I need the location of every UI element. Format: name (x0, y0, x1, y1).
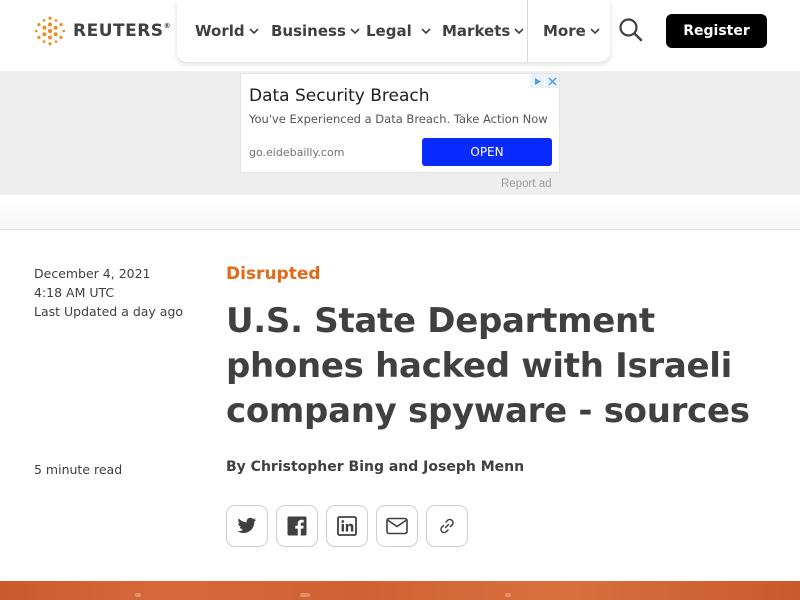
chevron-down-icon (249, 28, 259, 34)
image-detail (135, 593, 141, 597)
reuters-logo-icon (34, 16, 66, 46)
nav-item-label: World (195, 22, 245, 40)
section-link[interactable]: Disrupted (226, 264, 321, 284)
share-facebook-button[interactable] (276, 505, 318, 547)
share-email-button[interactable] (376, 505, 418, 547)
article-date: December 4, 2021 (34, 266, 151, 281)
chevron-down-icon (514, 28, 524, 34)
nav-divider (527, 0, 528, 62)
chevron-down-icon (590, 28, 600, 34)
article-time: 4:18 AM UTC (34, 285, 115, 300)
reuters-wordmark: REUTERS® (73, 21, 172, 41)
nav-item-business[interactable]: Business (271, 0, 360, 62)
link-icon (440, 518, 454, 534)
nav-item-more[interactable]: More (543, 0, 600, 62)
share-linkedin-button[interactable] (326, 505, 368, 547)
nav-item-world[interactable]: World (195, 0, 259, 62)
ad-description: You've Experienced a Data Breach. Take A… (249, 112, 548, 126)
nav-item-label: Markets (442, 22, 511, 40)
ad-close-icon[interactable] (545, 74, 559, 88)
chevron-down-icon (421, 28, 431, 34)
nav-item-markets[interactable]: Markets (442, 0, 524, 62)
main-nav: World Business Legal Markets More (177, 0, 610, 62)
byline: By Christopher Bing and Joseph Menn (226, 459, 524, 475)
nav-item-label: Business (271, 22, 346, 40)
byline-prefix: By (226, 459, 246, 475)
report-ad-link[interactable]: Report ad (501, 178, 552, 190)
email-icon (386, 517, 408, 535)
article-headline: U.S. State Department phones hacked with… (226, 301, 750, 431)
image-detail (505, 593, 511, 597)
register-button[interactable]: Register (666, 14, 767, 48)
author-link[interactable]: Joseph Menn (423, 459, 524, 475)
twitter-icon (237, 517, 257, 533)
copy-link-button[interactable] (426, 505, 468, 547)
author-link[interactable]: Christopher Bing (251, 459, 384, 475)
linkedin-icon (337, 516, 357, 536)
chevron-down-icon (350, 28, 360, 34)
search-icon (619, 18, 643, 42)
image-detail (300, 593, 310, 597)
facebook-icon (287, 516, 307, 536)
reuters-logo[interactable]: REUTERS® (33, 15, 171, 47)
share-twitter-button[interactable] (226, 505, 268, 547)
nav-item-label: More (543, 22, 586, 40)
nav-item-label: Legal (366, 22, 412, 40)
ad-choices-icon[interactable] (530, 74, 544, 88)
ad-band: Data Security Breach You've Experienced … (0, 71, 800, 195)
site-header: REUTERS® World Business Legal Markets Mo… (0, 0, 800, 71)
section-divider (0, 195, 800, 230)
ad-unit[interactable]: Data Security Breach You've Experienced … (240, 73, 560, 173)
article-hero-image (0, 581, 800, 600)
ad-title[interactable]: Data Security Breach (249, 86, 429, 106)
nav-item-legal[interactable]: Legal (366, 0, 431, 62)
article-updated: Last Updated a day ago (34, 304, 184, 319)
ad-open-button[interactable]: OPEN (422, 138, 552, 166)
ad-url[interactable]: go.eidebailly.com (249, 146, 344, 159)
read-time: 5 minute read (34, 462, 123, 477)
byline-conjunction: and (388, 459, 419, 475)
ad-choices[interactable] (529, 74, 559, 88)
search-button[interactable] (618, 17, 644, 43)
share-bar (226, 505, 476, 547)
